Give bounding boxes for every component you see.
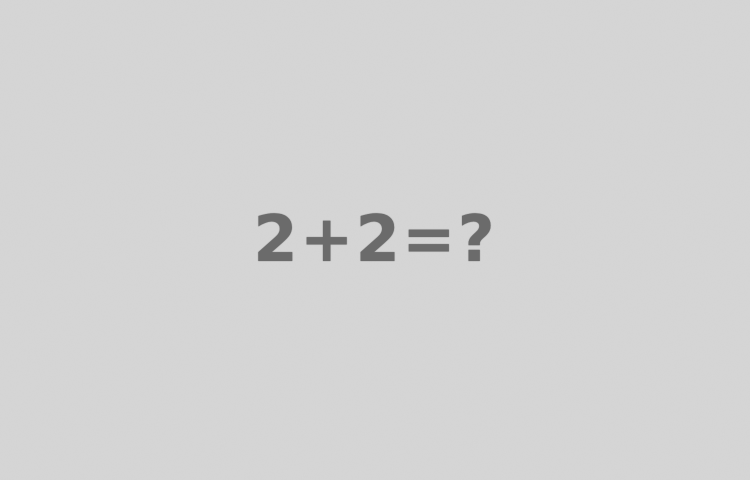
page-background: { "background_color": "#d6d6d6", "text_c… <box>0 0 750 480</box>
equation-text: 2+2=? <box>253 203 497 277</box>
